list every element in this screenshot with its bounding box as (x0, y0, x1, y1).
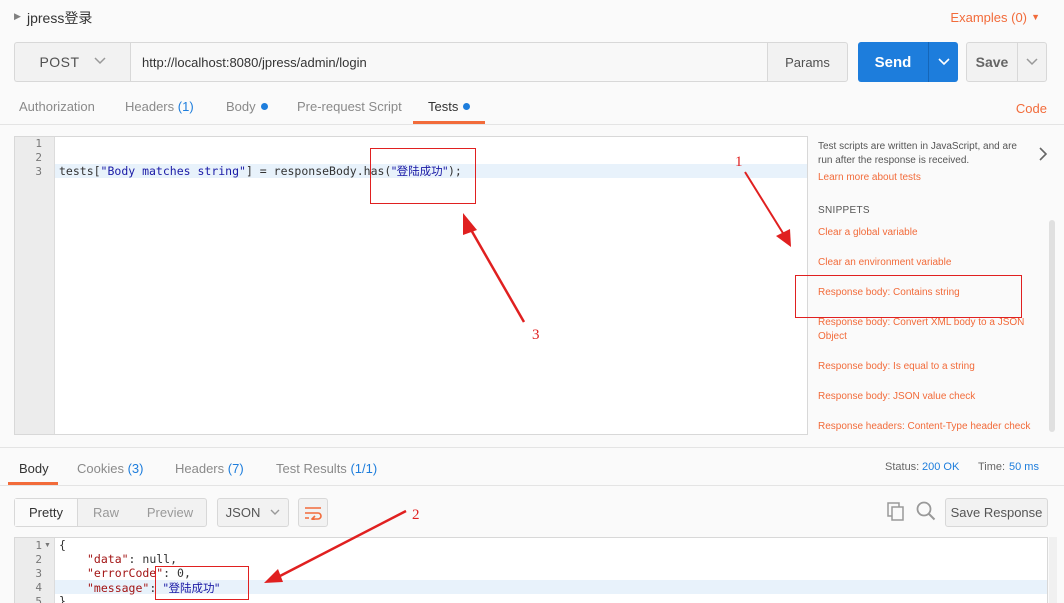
response-tab-cookies[interactable]: Cookies (3) (77, 461, 143, 476)
annotation-number: 3 (532, 327, 540, 343)
tab-headers-label: Headers (125, 99, 175, 114)
modified-dot-icon (463, 103, 471, 110)
json-key: "message" (87, 581, 150, 595)
tabs-divider (0, 124, 1064, 125)
chevron-down-icon (270, 508, 280, 518)
line-number: 1 (35, 539, 42, 552)
response-tab-cookies-count: (3) (127, 461, 144, 476)
editor-gutter (15, 137, 55, 434)
response-tab-headers-count: (7) (227, 461, 244, 476)
response-tab-body[interactable]: Body (19, 461, 49, 476)
response-divider (0, 447, 1064, 448)
method-select[interactable]: POST (14, 42, 130, 82)
examples-caret-icon[interactable]: ▼ (1031, 12, 1040, 22)
response-scrollbar[interactable] (1049, 537, 1057, 603)
chevron-down-icon (94, 56, 106, 68)
snippet-item[interactable]: Clear a global variable (818, 226, 1033, 240)
snippet-item[interactable]: Clear an environment variable (818, 256, 1033, 270)
collapse-caret-icon[interactable]: ▶ (14, 11, 21, 22)
annotation-box (155, 566, 249, 600)
wrap-icon (305, 506, 322, 520)
annotation-number: 1 (735, 154, 743, 170)
examples-dropdown[interactable]: Examples (0) (950, 10, 1027, 25)
tab-body[interactable]: Body (226, 99, 268, 114)
params-button[interactable]: Params (767, 42, 848, 82)
status-value[interactable]: 200 OK (922, 461, 959, 473)
annotation-number: 2 (412, 507, 420, 523)
snippets-description: Test scripts are written in JavaScript, … (818, 141, 1017, 166)
snippet-item[interactable]: Response body: Convert XML body to a JSO… (818, 316, 1033, 344)
tab-body-label: Body (226, 99, 256, 114)
learn-more-link[interactable]: Learn more about tests (818, 172, 921, 183)
request-title-row (0, 0, 1064, 36)
snippet-item[interactable]: Response headers: Content-Type header ch… (818, 420, 1033, 434)
response-tab-test-results[interactable]: Test Results (1/1) (276, 461, 377, 476)
status-label: Status: (885, 461, 920, 473)
response-tab-cookies-label: Cookies (77, 461, 124, 476)
time-value[interactable]: 50 ms (1009, 461, 1039, 473)
annotation-box (370, 148, 476, 204)
view-raw-button[interactable]: Raw (78, 499, 134, 526)
json-value: : null, (128, 552, 178, 566)
code-line: } (59, 594, 66, 603)
tab-tests-label: Tests (428, 99, 459, 114)
save-button[interactable]: Save (966, 42, 1018, 82)
format-select[interactable]: JSON (217, 498, 289, 527)
code-string: "Body matches string" (100, 164, 246, 178)
fold-toggle-icon[interactable]: ▼ (44, 542, 51, 549)
chevron-right-icon[interactable] (1038, 146, 1048, 167)
line-number: 2 (35, 553, 42, 566)
save-response-button[interactable]: Save Response (945, 498, 1048, 527)
code-token: tests[ (59, 164, 101, 178)
wrap-lines-button[interactable] (298, 498, 328, 527)
snippet-item[interactable]: Response body: Is equal to a string (818, 360, 1033, 374)
send-options-button[interactable] (928, 42, 958, 82)
chevron-down-icon (1026, 58, 1038, 66)
response-tab-test-results-count: (1/1) (350, 461, 378, 476)
response-tab-headers[interactable]: Headers (7) (175, 461, 244, 476)
view-preview-button[interactable]: Preview (134, 499, 206, 526)
tab-tests[interactable]: Tests (428, 99, 471, 114)
json-key: "data" (87, 552, 129, 566)
code-line: { (59, 538, 66, 552)
json-key: "errorCode" (87, 566, 164, 580)
snippet-item[interactable]: Response body: JSON value check (818, 390, 1033, 404)
tab-authorization[interactable]: Authorization (19, 99, 95, 114)
code-link[interactable]: Code (1016, 101, 1047, 116)
copy-icon[interactable] (887, 502, 905, 525)
request-name[interactable]: jpress登录 (27, 8, 92, 28)
chevron-down-icon (937, 58, 950, 66)
modified-dot-icon (260, 103, 268, 110)
line-number: 5 (35, 595, 42, 603)
line-number: 4 (35, 581, 42, 594)
line-number: 3 (35, 567, 42, 580)
tab-headers-count: (1) (177, 99, 194, 114)
save-options-button[interactable] (1017, 42, 1047, 82)
annotation-box (795, 275, 1022, 318)
line-number: 2 (35, 151, 42, 164)
time-label: Time: (978, 461, 1006, 473)
code-line: "data": null, (87, 552, 177, 566)
method-label: POST (39, 54, 80, 70)
response-tab-headers-label: Headers (175, 461, 225, 476)
tab-pre-request-script[interactable]: Pre-request Script (297, 99, 402, 114)
url-input[interactable]: http://localhost:8080/jpress/admin/login (130, 42, 768, 82)
tab-headers[interactable]: Headers (1) (125, 99, 194, 114)
snippets-scrollbar[interactable] (1049, 220, 1055, 432)
line-number: 3 (35, 165, 42, 178)
view-pretty-button[interactable]: Pretty (15, 499, 78, 526)
send-button[interactable]: Send (858, 42, 928, 82)
response-tab-test-results-label: Test Results (276, 461, 347, 476)
tabs-divider (0, 485, 1064, 486)
search-icon[interactable] (916, 501, 936, 524)
format-label: JSON (225, 505, 261, 520)
snippets-heading: SNIPPETS (818, 205, 870, 216)
line-number: 1 (35, 137, 42, 150)
